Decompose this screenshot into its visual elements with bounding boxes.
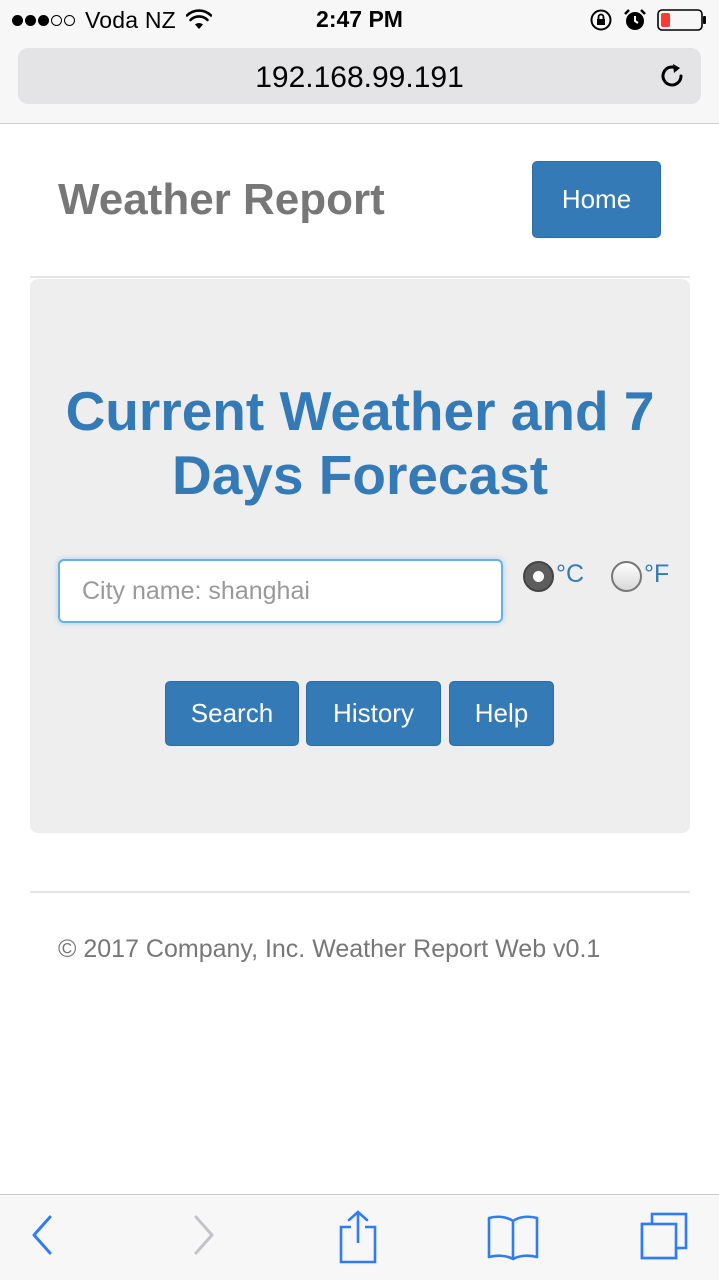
forward-icon[interactable]	[190, 1213, 218, 1257]
home-button[interactable]: Home	[532, 161, 661, 238]
footer-divider	[30, 891, 690, 893]
footer-copyright: © 2017 Company, Inc. Weather Report Web …	[58, 935, 601, 963]
page-heading: Current Weather and 7 Days Forecast	[65, 380, 655, 506]
search-button[interactable]: Search	[165, 681, 299, 746]
fahrenheit-radio[interactable]	[611, 561, 642, 592]
bookmarks-icon[interactable]	[486, 1213, 540, 1261]
back-icon[interactable]	[28, 1213, 56, 1257]
alarm-icon	[624, 9, 646, 30]
celsius-label: °C	[556, 560, 585, 588]
share-icon[interactable]	[336, 1209, 380, 1265]
tabs-icon[interactable]	[638, 1211, 690, 1261]
address-bar[interactable]: 192.168.99.191	[18, 48, 701, 104]
status-bar: Voda NZ 2:47 PM	[0, 0, 719, 40]
search-panel: Current Weather and 7 Days Forecast °C °…	[30, 279, 690, 833]
browser-address-area: 192.168.99.191	[0, 40, 719, 124]
celsius-option[interactable]: °C	[523, 560, 585, 592]
celsius-radio[interactable]	[523, 561, 554, 592]
rotation-lock-icon	[590, 9, 612, 31]
history-button[interactable]: History	[306, 681, 441, 746]
reload-icon[interactable]	[657, 61, 687, 91]
site-title: Weather Report	[58, 175, 385, 224]
url-text[interactable]: 192.168.99.191	[18, 61, 701, 95]
battery-low-icon	[657, 9, 706, 31]
status-right	[589, 6, 707, 34]
browser-toolbar	[0, 1194, 719, 1280]
fahrenheit-label: °F	[644, 560, 670, 588]
header-divider	[30, 276, 690, 278]
help-button[interactable]: Help	[449, 681, 554, 746]
city-search-input[interactable]	[58, 559, 503, 623]
fahrenheit-option[interactable]: °F	[611, 560, 670, 592]
